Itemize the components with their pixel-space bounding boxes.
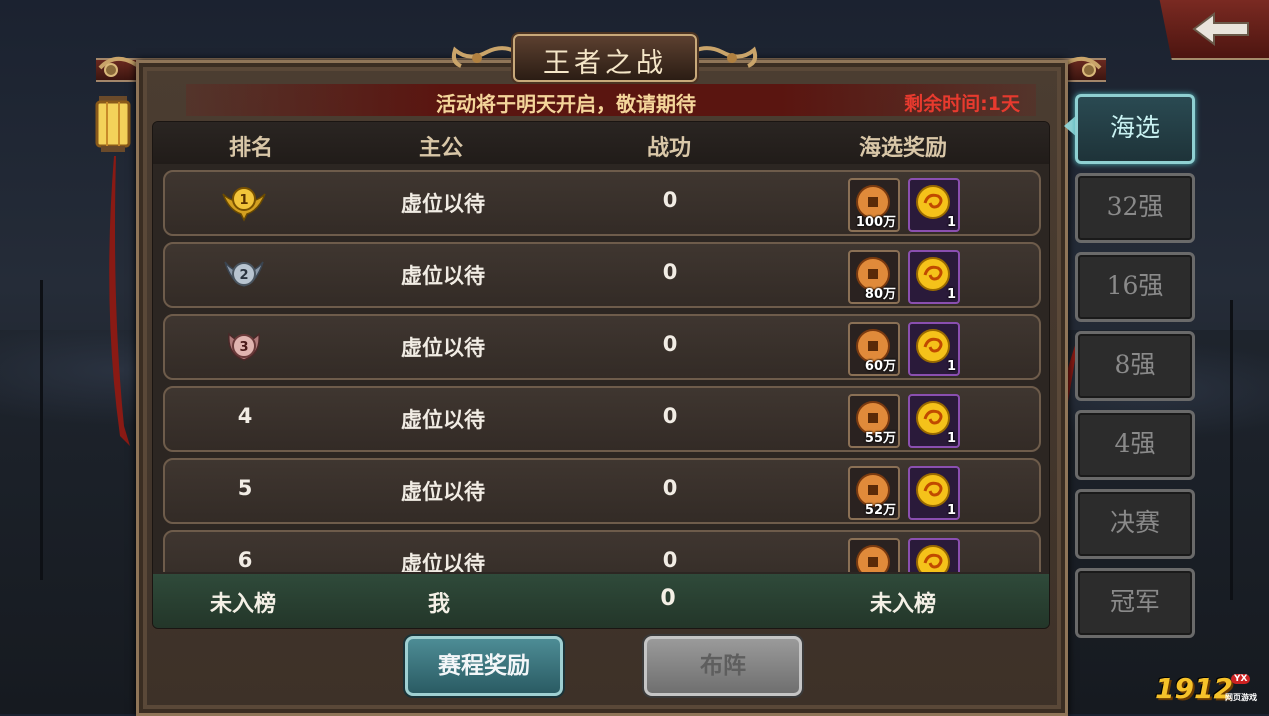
back-arrow-icon <box>1192 12 1249 46</box>
my-reward: 未入榜 <box>869 592 936 617</box>
lord-name: 虚位以待 <box>401 408 485 432</box>
medal-number: 3 <box>239 340 248 355</box>
orb-reward[interactable]: 1 <box>908 250 960 304</box>
coin-quantity: 100万 <box>855 215 896 230</box>
table-header: 排名 主公 战功 海选奖励 <box>153 122 1049 164</box>
notice-bar: 活动将于明天开启，敬请期待 剩余时间:1天 <box>186 84 1036 116</box>
tab-final[interactable]: 决赛 <box>1075 489 1195 559</box>
table-row[interactable]: 4 虚位以待 0 55万 1 <box>163 386 1041 452</box>
table-row[interactable]: 1 虚位以待 0 100万 1 <box>163 170 1041 236</box>
coin-quantity: 55万 <box>864 431 896 446</box>
back-button[interactable] <box>1159 0 1269 60</box>
gold-orb-icon <box>916 545 950 572</box>
orb-reward[interactable]: 1 <box>908 394 960 448</box>
medal-number: 1 <box>239 193 248 208</box>
orb-reward[interactable] <box>908 538 960 572</box>
rank-number: 4 <box>237 404 253 428</box>
lord-name: 虚位以待 <box>401 264 485 288</box>
table-row[interactable]: 2 虚位以待 0 80万 1 <box>163 242 1041 308</box>
header-reward: 海选奖励 <box>858 136 947 161</box>
coin-reward[interactable]: 55万 <box>848 394 900 448</box>
medal-number: 2 <box>239 268 248 283</box>
table-row[interactable]: 3 虚位以待 0 60万 1 <box>163 314 1041 380</box>
notice-message: 活动将于明天开启，敬请期待 <box>436 92 696 116</box>
background-mast <box>1230 300 1233 600</box>
logo-subtitle: 网页游戏 <box>1225 693 1257 702</box>
coin-reward[interactable]: 52万 <box>848 466 900 520</box>
orb-quantity: 1 <box>946 431 956 446</box>
coin-reward[interactable]: 80万 <box>848 250 900 304</box>
logo-text: 1912 <box>1155 672 1233 705</box>
tab-audition[interactable]: 海选 <box>1075 94 1195 164</box>
header-rank: 排名 <box>228 136 273 161</box>
orb-quantity: 1 <box>946 359 956 374</box>
rank-number: 5 <box>237 476 253 500</box>
orb-quantity: 1 <box>946 215 956 230</box>
logo-badge: YX <box>1231 674 1251 684</box>
header-power: 战功 <box>646 136 691 161</box>
power-value: 0 <box>662 404 678 428</box>
coin-quantity: 80万 <box>864 287 896 302</box>
bronze-medal-icon: 3 <box>228 332 260 361</box>
coin-quantity: 52万 <box>864 503 896 518</box>
lord-name: 虚位以待 <box>401 336 485 360</box>
remaining-time: 剩余时间:1天 <box>904 93 1020 115</box>
formation-button[interactable]: 布阵 <box>644 636 802 696</box>
red-ribbon <box>109 156 130 446</box>
ranking-table: 排名 主公 战功 海选奖励 1 虚位以待 0 100万 1 2 虚位以待 0 8… <box>152 121 1050 629</box>
page-title: 王者之战 <box>543 48 667 79</box>
orb-reward[interactable]: 1 <box>908 466 960 520</box>
power-value: 0 <box>662 548 678 572</box>
orb-reward[interactable]: 1 <box>908 178 960 232</box>
power-value: 0 <box>662 260 678 284</box>
tab-top4[interactable]: 4强 <box>1075 410 1195 480</box>
copper-coin-icon <box>856 545 890 572</box>
tab-top32[interactable]: 32强 <box>1075 173 1195 243</box>
table-rows[interactable]: 1 虚位以待 0 100万 1 2 虚位以待 0 80万 1 3 虚位以待 0 … <box>153 166 1049 572</box>
lantern-icon <box>95 96 131 152</box>
tab-top8[interactable]: 8强 <box>1075 331 1195 401</box>
my-rank-row: 未入榜 我 0 未入榜 <box>153 574 1049 628</box>
coin-reward[interactable] <box>848 538 900 572</box>
my-name: 我 <box>427 592 450 617</box>
lord-name: 虚位以待 <box>401 192 485 216</box>
header-lord: 主公 <box>418 136 463 161</box>
orb-quantity: 1 <box>946 287 956 302</box>
schedule-reward-button[interactable]: 赛程奖励 <box>405 636 563 696</box>
tab-top16[interactable]: 16强 <box>1075 252 1195 322</box>
rank-number: 6 <box>237 548 253 572</box>
power-value: 0 <box>662 332 678 356</box>
site-logo: 1912 YX 网页游戏 <box>1155 672 1265 710</box>
orb-reward[interactable]: 1 <box>908 322 960 376</box>
lord-name: 虚位以待 <box>401 552 485 572</box>
silver-medal-icon: 2 <box>224 261 264 287</box>
title-plate: 王者之战 <box>513 34 697 82</box>
my-power: 0 <box>660 586 676 611</box>
power-value: 0 <box>662 476 678 500</box>
background-mast <box>40 280 43 580</box>
power-value: 0 <box>662 188 678 212</box>
gold-medal-icon: 1 <box>222 187 266 222</box>
coin-reward[interactable]: 60万 <box>848 322 900 376</box>
orb-quantity: 1 <box>946 503 956 518</box>
table-row[interactable]: 5 虚位以待 0 52万 1 <box>163 458 1041 524</box>
table-row[interactable]: 6 虚位以待 0 <box>163 530 1041 572</box>
my-rank: 未入榜 <box>209 592 276 617</box>
lord-name: 虚位以待 <box>401 480 485 504</box>
tab-champion[interactable]: 冠军 <box>1075 568 1195 638</box>
coin-quantity: 60万 <box>864 359 896 374</box>
coin-reward[interactable]: 100万 <box>848 178 900 232</box>
